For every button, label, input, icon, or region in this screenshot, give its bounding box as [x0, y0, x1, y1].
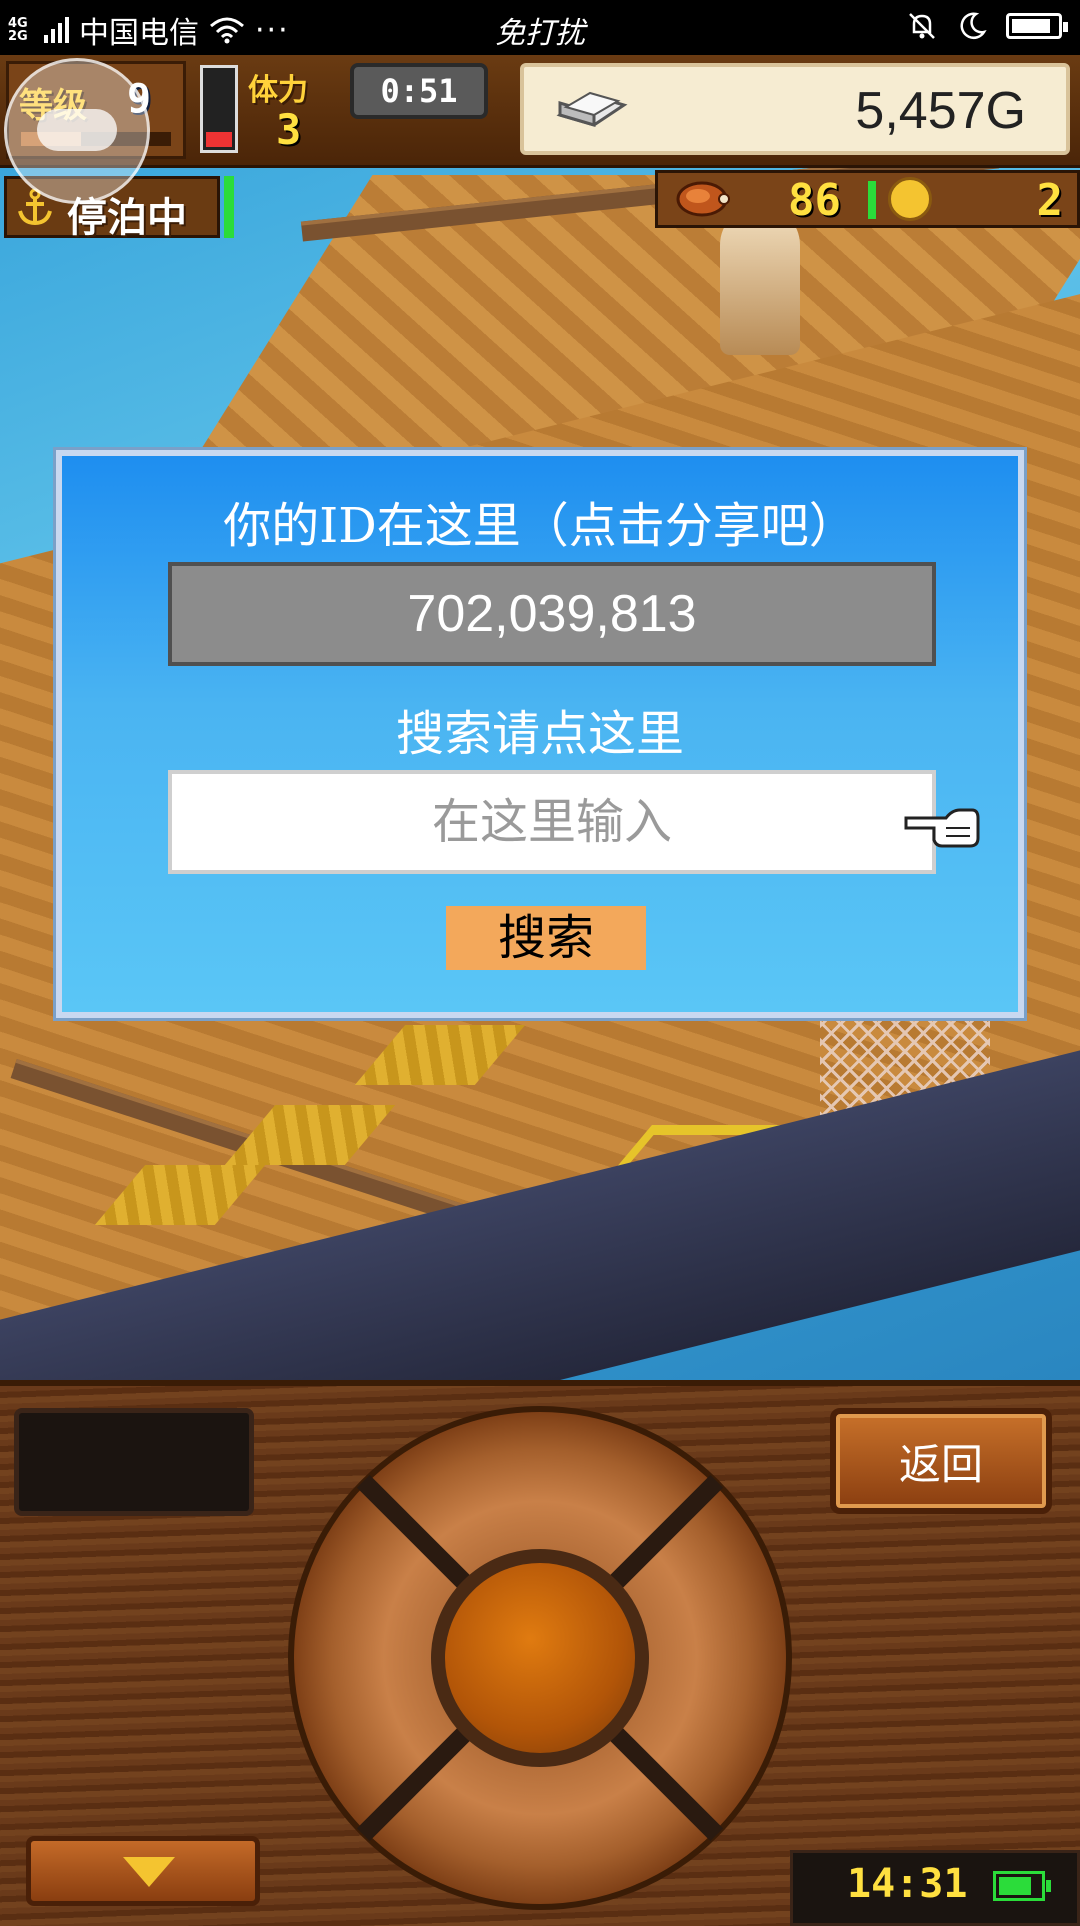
menu-down-button[interactable]: [26, 1836, 260, 1906]
search-button[interactable]: 搜索: [446, 906, 646, 970]
resource-bar: 86 2: [655, 170, 1080, 228]
pointing-hand-icon: [904, 808, 980, 848]
status-indicator: [224, 176, 234, 238]
coin-icon: [888, 177, 932, 221]
directional-pad[interactable]: [288, 1406, 792, 1910]
clock-panel: 14:31: [790, 1850, 1080, 1926]
meat-icon: [676, 181, 730, 217]
search-input[interactable]: [168, 770, 936, 874]
search-label: 搜索请点这里: [395, 706, 684, 762]
gamepad-overlay-icon[interactable]: [4, 58, 150, 204]
down-arrow-icon: [123, 1857, 175, 1887]
gold-panel: 5,457G: [520, 63, 1070, 155]
silver-ingot-icon: [556, 91, 628, 128]
stamina-value: 3: [276, 105, 302, 154]
gold-amount: 5,457G: [855, 82, 1026, 140]
food-indicator: [868, 181, 876, 219]
mute-bell-icon: [909, 13, 935, 39]
control-console: 返回 14:31: [0, 1380, 1080, 1926]
battery-icon: [1006, 13, 1068, 39]
dpad-center-button[interactable]: [431, 1549, 649, 1767]
player-id-box[interactable]: 702,039,813: [168, 562, 936, 666]
id-search-dialog: 你的ID在这里（点击分享吧） 702,039,813 搜索请点这里 搜索: [56, 450, 1024, 1018]
moon-icon: [960, 12, 987, 39]
food-count: 86: [788, 175, 841, 226]
back-button[interactable]: 返回: [830, 1408, 1052, 1514]
info-screen: [14, 1408, 254, 1516]
top-hud: 等级 9 体力 3 0:51 5,457G: [0, 55, 1080, 168]
game-battery-icon: [993, 1871, 1051, 1901]
stamina-timer: 0:51: [350, 63, 488, 119]
coin-count: 2: [1036, 175, 1064, 226]
stamina-gauge: [200, 65, 238, 153]
dialog-title: 你的ID在这里（点击分享吧）: [223, 498, 857, 554]
clock-time: 14:31: [847, 1861, 968, 1907]
stamina-label: 体力: [248, 73, 308, 108]
status-bar: 4G 2G 中国电信 ··· 免打扰: [0, 0, 1080, 55]
